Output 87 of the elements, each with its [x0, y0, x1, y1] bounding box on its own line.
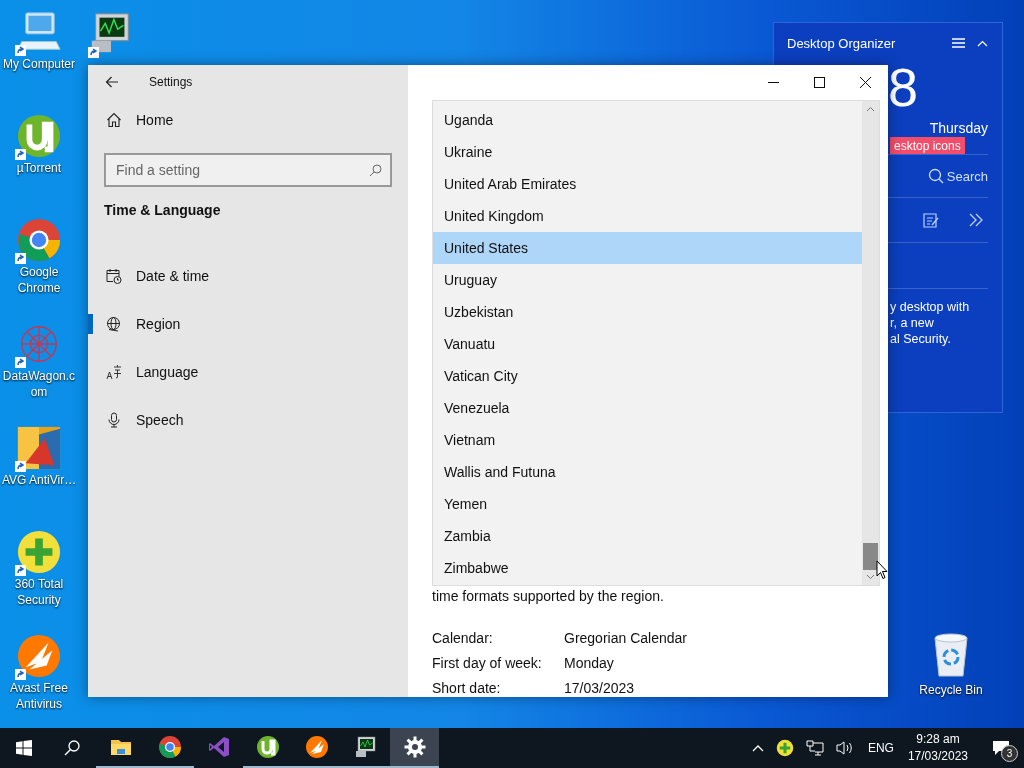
chrome-icon — [16, 217, 62, 263]
country-option[interactable]: Yemen — [433, 487, 862, 520]
menu-icon[interactable] — [952, 38, 965, 48]
detail-value: Monday — [564, 654, 614, 672]
calendar-clock-icon — [106, 268, 122, 284]
search-field[interactable]: Find a setting — [104, 153, 392, 187]
chevron-up-icon[interactable] — [751, 744, 764, 752]
detail-label: Short date: — [432, 679, 501, 697]
shortcut-arrow-icon — [15, 45, 26, 56]
detail-value: 17/03/2023 — [564, 679, 635, 697]
shortcut-arrow-icon — [15, 461, 26, 472]
detail-label: Calendar: — [432, 629, 493, 647]
settings-icon — [402, 735, 427, 759]
avast-icon — [16, 633, 62, 679]
scroll-up-icon[interactable] — [866, 105, 875, 112]
monitor-icon — [353, 735, 378, 759]
country-option[interactable]: Vanuatu — [433, 327, 862, 360]
country-option[interactable]: Ukraine — [433, 135, 862, 168]
plus-shield-icon — [775, 739, 794, 757]
country-option[interactable]: Vatican City — [433, 359, 862, 392]
volume-icon[interactable] — [835, 740, 854, 756]
weekday-label: Thursday — [928, 120, 988, 138]
home-nav-item[interactable]: Home — [88, 99, 408, 141]
country-option[interactable]: Wallis and Futuna — [433, 455, 862, 488]
desktop-icon-label[interactable]: Recycle Bin — [908, 682, 994, 698]
collapse-chevron-icon[interactable] — [977, 39, 988, 47]
shortcut-arrow-icon — [88, 47, 99, 58]
search-icon — [64, 740, 80, 756]
scroll-down-icon[interactable] — [866, 574, 875, 580]
taskbar-app-button[interactable] — [390, 728, 439, 768]
chrome-icon — [157, 735, 182, 759]
shortcut-arrow-icon — [15, 253, 26, 264]
double-chevron-icon[interactable] — [969, 213, 984, 227]
country-option[interactable]: Venezuela — [433, 391, 862, 424]
shortcut-arrow-icon — [15, 357, 26, 368]
window-title: Settings — [149, 75, 193, 89]
avast-icon — [304, 735, 329, 759]
utorrent-icon — [16, 113, 62, 159]
shortcut-arrow-icon — [15, 669, 26, 680]
microphone-icon — [106, 412, 122, 428]
widget-text-line: al Security. — [890, 331, 952, 347]
network-icon[interactable] — [805, 740, 824, 756]
tooltip-tag: esktop icons — [890, 137, 965, 155]
visual-studio-icon — [206, 735, 231, 759]
globe-icon — [106, 316, 122, 332]
nav-item[interactable]: Speech — [88, 396, 408, 444]
country-option[interactable]: Zambia — [433, 519, 862, 552]
back-arrow-icon[interactable] — [105, 76, 119, 88]
country-option[interactable]: Uruguay — [433, 263, 862, 296]
detail-value: Gregorian Calendar — [564, 629, 687, 647]
language-icon — [106, 364, 122, 380]
country-option[interactable]: Uganda — [433, 103, 862, 136]
nav-item[interactable]: Date & time — [88, 252, 408, 300]
scrollbar[interactable] — [862, 100, 879, 585]
shortcut-arrow-icon — [15, 565, 26, 576]
plus-shield-icon — [16, 529, 62, 575]
notification-count: 3 — [1001, 745, 1018, 762]
widget-text-line: y desktop with — [890, 299, 971, 315]
country-option[interactable]: Uzbekistan — [433, 295, 862, 328]
windows-logo-icon — [16, 740, 32, 756]
notification-button[interactable]: 3 — [978, 728, 1024, 768]
section-heading: Time & Language — [104, 202, 222, 218]
description-text: time formats supported by the region. — [432, 588, 665, 604]
scroll-thumb[interactable] — [863, 543, 878, 570]
country-option[interactable]: United States — [433, 231, 862, 264]
nav-item[interactable]: Region — [88, 300, 408, 348]
country-option[interactable]: Vietnam — [433, 423, 862, 456]
maximize-icon[interactable] — [814, 76, 825, 88]
home-icon — [106, 112, 122, 128]
country-option[interactable]: United Arab Emirates — [433, 167, 862, 200]
close-icon[interactable] — [860, 76, 871, 88]
widget-text-line: r, a new — [890, 315, 935, 331]
clock-digit: 8 — [888, 58, 920, 119]
input-language-indicator[interactable]: ENG — [867, 741, 894, 755]
search-icon — [369, 164, 382, 177]
widget-title: Desktop Organizer — [787, 35, 897, 51]
note-edit-icon[interactable] — [923, 212, 939, 228]
avg-icon — [16, 425, 62, 471]
country-option[interactable]: United Kingdom — [433, 199, 862, 232]
detail-label: First day of week: — [432, 654, 542, 672]
nav-item[interactable]: Language — [88, 348, 408, 396]
shortcut-arrow-icon — [15, 149, 26, 160]
clock-button[interactable]: 9:28 am 17/03/2023 — [907, 731, 968, 765]
country-option[interactable]: Zimbabwe — [433, 551, 862, 584]
search-icon — [927, 168, 944, 184]
widget-search-button[interactable]: Search — [927, 168, 988, 184]
utorrent-icon — [255, 735, 280, 759]
